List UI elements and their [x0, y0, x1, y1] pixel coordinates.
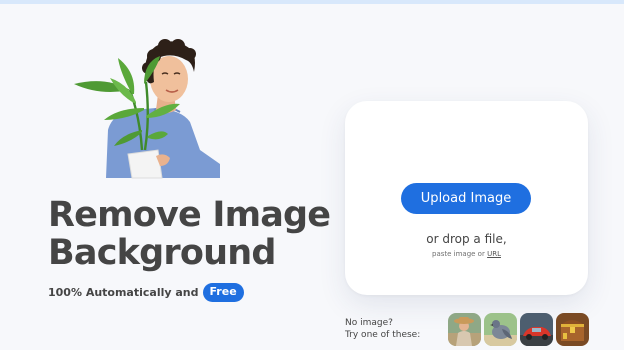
- drop-file-text: or drop a file,: [426, 232, 507, 246]
- page-title-line-2: Background: [48, 233, 276, 273]
- upload-card[interactable]: Upload Image or drop a file, paste image…: [345, 101, 588, 295]
- free-badge: Free: [202, 282, 244, 302]
- tagline-text: 100% Automatically and: [48, 285, 199, 299]
- page-title-line-1: Remove Image: [48, 195, 331, 235]
- sample-prompt-line-1: No image?: [345, 318, 393, 328]
- paste-hint-text: paste image or: [432, 250, 485, 258]
- sample-thumbnail-chest[interactable]: [556, 313, 589, 346]
- sample-prompt-line-2: Try one of these:: [345, 330, 421, 340]
- paste-hint: paste image or URL: [345, 250, 588, 258]
- tagline: 100% Automatically and Free: [48, 282, 244, 302]
- sample-thumbnail-pigeon[interactable]: [484, 313, 517, 346]
- upload-image-button[interactable]: Upload Image: [401, 183, 531, 214]
- page-title: Remove Image Background: [48, 196, 338, 272]
- top-accent-strip: [0, 0, 624, 4]
- hero-person-plant-image: [70, 38, 230, 180]
- url-link[interactable]: URL: [487, 250, 501, 258]
- sample-thumbnail-woman[interactable]: [448, 313, 481, 346]
- sample-prompt: No image? Try one of these:: [345, 317, 435, 341]
- sample-thumbnail-car[interactable]: [520, 313, 553, 346]
